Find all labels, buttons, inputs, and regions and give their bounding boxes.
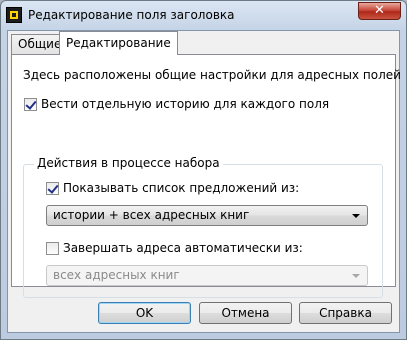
chevron-down-icon: [352, 214, 360, 218]
close-button[interactable]: ✕: [358, 2, 401, 20]
tab-editing[interactable]: Редактирование: [59, 31, 178, 55]
app-icon[interactable]: [6, 7, 22, 23]
panel-description: Здесь расположены общие настройки для ад…: [23, 68, 401, 82]
show-suggestions-label[interactable]: Показывать список предложений из:: [63, 181, 299, 195]
help-button[interactable]: Справка: [299, 302, 392, 324]
autocomplete-source-value: всех адресных книг: [53, 268, 180, 282]
dialog-window: Редактирование поля заголовка ✕ Общие Ре…: [0, 0, 407, 340]
separate-history-label[interactable]: Вести отдельную историю для каждого поля: [41, 97, 329, 111]
show-suggestions-checkbox[interactable]: [46, 182, 59, 195]
close-icon: ✕: [374, 3, 385, 18]
tab-panel-editing: Здесь расположены общие настройки для ад…: [11, 54, 401, 298]
separate-history-checkbox[interactable]: [24, 98, 37, 111]
autocomplete-checkbox[interactable]: [46, 242, 59, 255]
cancel-button[interactable]: Отмена: [199, 302, 292, 324]
typing-actions-group: Действия в процессе набора Показывать сп…: [23, 156, 383, 298]
suggestions-source-value: истории + всех адресных книг: [53, 208, 250, 222]
window-title: Редактирование поля заголовка: [28, 8, 235, 22]
ok-button[interactable]: OK: [98, 302, 191, 324]
title-bar[interactable]: Редактирование поля заголовка ✕: [1, 1, 406, 31]
group-title: Действия в процессе набора: [34, 156, 223, 170]
autocomplete-source-select[interactable]: всех адресных книг: [46, 265, 368, 286]
dialog-client-area: Общие Редактирование Здесь расположены о…: [7, 30, 401, 333]
autocomplete-label[interactable]: Завершать адреса автоматически из:: [63, 241, 303, 255]
suggestions-source-select[interactable]: истории + всех адресных книг: [46, 205, 368, 226]
chevron-down-icon: [352, 274, 360, 278]
